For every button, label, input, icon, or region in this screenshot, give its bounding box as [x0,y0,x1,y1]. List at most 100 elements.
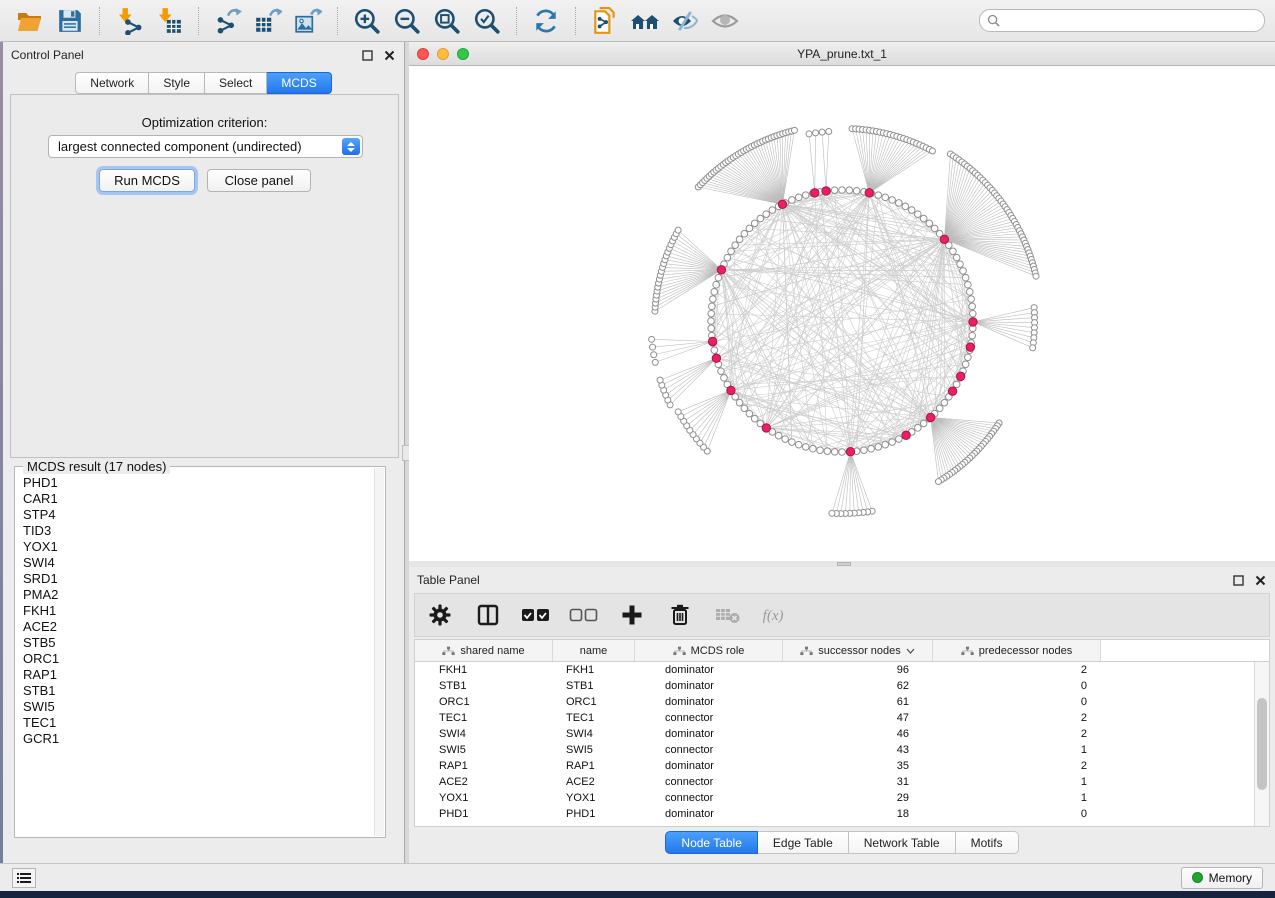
export-table-icon[interactable] [248,4,288,38]
tab-style[interactable]: Style [149,72,205,94]
column-header-shared-name[interactable]: shared name [415,640,553,661]
result-node: SRD1 [19,571,373,587]
show-column-icon[interactable] [473,598,503,632]
column-header-mcds-role[interactable]: MCDS role [635,640,783,661]
task-history-icon[interactable] [12,868,36,888]
float-panel-icon[interactable] [360,48,374,62]
delete-column-icon[interactable] [665,598,695,632]
column-header-successor-nodes[interactable]: successor nodes [783,640,933,661]
close-panel-button[interactable]: Close panel [207,169,311,192]
splitter-grip[interactable] [837,562,851,566]
result-node: ORC1 [19,651,373,667]
export-image-icon[interactable] [288,4,328,38]
result-node: STB1 [19,683,373,699]
svg-text:f(x): f(x) [763,608,784,624]
table-row[interactable]: YOX1YOX1connector291 [415,790,1254,806]
result-node: RAP1 [19,667,373,683]
mcds-result-list[interactable]: PHD1 CAR1 STP4 TID3 YOX1 SWI4 SRD1 PMA2 … [19,475,373,833]
search-input[interactable] [979,9,1265,32]
show-all-icon[interactable] [705,4,745,38]
tab-edge-table[interactable]: Edge Table [758,831,849,854]
table-toolbar: f(x) [414,593,1270,637]
network-canvas[interactable] [409,66,1275,560]
result-node: STB5 [19,635,373,651]
column-header-predecessor-nodes[interactable]: predecessor nodes [933,640,1101,661]
toolbar-separator [516,7,517,35]
memory-status-icon [1192,872,1203,883]
table-row[interactable]: RAP1RAP1dominator352 [415,758,1254,774]
network-titlebar[interactable]: YPA_prune.txt_1 [409,42,1275,66]
tab-mcds[interactable]: MCDS [267,72,331,94]
toolbar-separator [337,7,338,35]
zoom-selected-icon[interactable] [467,4,507,38]
save-icon[interactable] [50,4,90,38]
float-panel-icon[interactable] [1231,573,1245,587]
result-node: STP4 [19,507,373,523]
run-mcds-button[interactable]: Run MCDS [99,169,195,192]
settings-gear-icon[interactable] [425,598,455,632]
zoom-in-icon[interactable] [347,4,387,38]
network-window: YPA_prune.txt_1 [409,42,1275,561]
open-icon[interactable] [10,4,50,38]
table-row[interactable]: FKH1FKH1dominator962 [415,662,1254,678]
hierarchy-icon [442,646,455,656]
result-node: PHD1 [19,475,373,491]
delete-table-icon [713,598,743,632]
hide-selected-icon[interactable] [665,4,705,38]
optimization-criterion-label: Optimization criterion: [11,115,398,130]
tab-network-table[interactable]: Network Table [849,831,956,854]
tab-node-table[interactable]: Node Table [665,831,758,854]
close-panel-icon[interactable] [1253,573,1267,587]
import-network-icon[interactable] [109,4,149,38]
chevron-down-icon [906,648,915,654]
result-node: SWI4 [19,555,373,571]
toolbar-separator [99,7,100,35]
add-column-icon[interactable] [617,598,647,632]
tab-motifs[interactable]: Motifs [956,831,1019,854]
table-row[interactable]: TEC1TEC1connector472 [415,710,1254,726]
column-header-filler [1101,640,1269,661]
node-table: shared name name MCDS role successor nod… [414,639,1270,827]
column-header-name[interactable]: name [553,640,635,661]
hierarchy-icon [800,646,813,656]
result-scrollbar[interactable] [374,468,384,836]
hierarchy-icon [961,646,974,656]
desktop-background: Control Panel Network Style Select MCDS … [0,0,1275,898]
table-row[interactable]: ACE2ACE2connector311 [415,774,1254,790]
result-node: CAR1 [19,491,373,507]
hierarchy-icon [673,646,686,656]
first-neighbors-icon[interactable] [625,4,665,38]
unselect-all-icon[interactable] [569,598,599,632]
apply-layout-icon[interactable] [526,4,566,38]
table-row[interactable]: SWI5SWI5connector431 [415,742,1254,758]
table-row[interactable]: PHD1PHD1dominator180 [415,806,1254,822]
search-field-wrap [979,9,1265,32]
select-all-icon[interactable] [521,598,551,632]
table-row[interactable]: STB1STB1dominator620 [415,678,1254,694]
result-node: ACE2 [19,619,373,635]
tab-select[interactable]: Select [205,72,267,94]
export-network-icon[interactable] [208,4,248,38]
result-node: TID3 [19,523,373,539]
zoom-out-icon[interactable] [387,4,427,38]
table-panel-title: Table Panel [417,573,480,587]
table-scrollbar[interactable] [1254,662,1269,826]
table-panel: Table Panel [409,567,1275,863]
table-row[interactable]: SWI4SWI4dominator462 [415,726,1254,742]
result-node: SWI5 [19,699,373,715]
scrollbar-thumb[interactable] [1257,698,1267,790]
zoom-fit-icon[interactable] [427,4,467,38]
control-panel-title: Control Panel [11,48,84,62]
close-panel-icon[interactable] [382,48,396,62]
criterion-select[interactable]: largest connected component (undirected) [48,135,363,158]
memory-button[interactable]: Memory [1181,867,1263,889]
tab-network[interactable]: Network [75,72,149,94]
new-network-from-selection-icon[interactable] [585,4,625,38]
toolbar-separator [575,7,576,35]
import-table-icon[interactable] [149,4,189,38]
control-panel-tabs: Network Style Select MCDS [3,72,404,94]
table-row[interactable]: ORC1ORC1dominator610 [415,694,1254,710]
main-toolbar [0,0,1275,42]
result-node: TEC1 [19,715,373,731]
toolbar-separator [198,7,199,35]
